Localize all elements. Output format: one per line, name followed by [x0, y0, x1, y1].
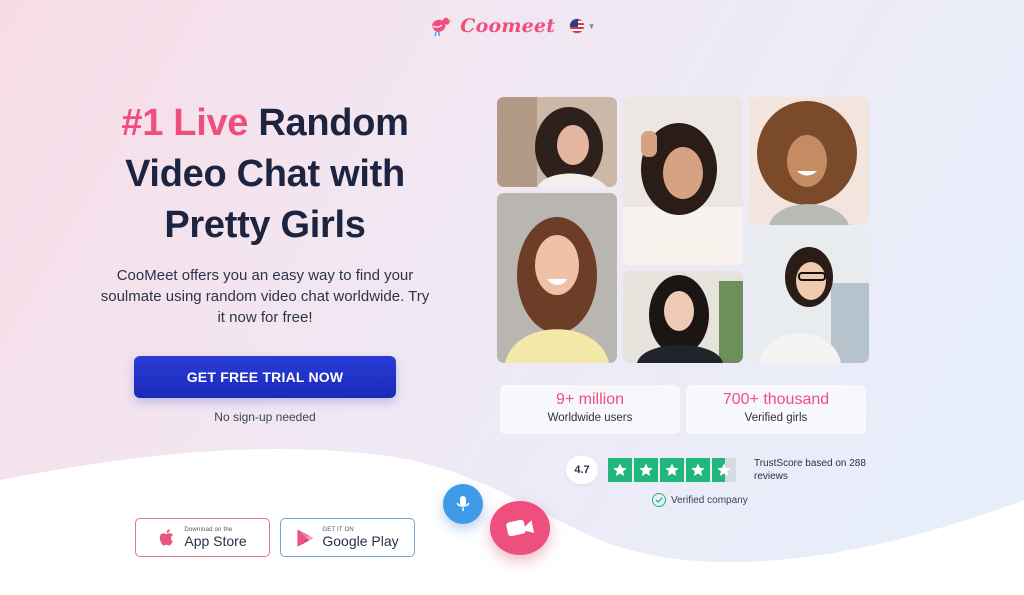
logo[interactable]: Coomeet [430, 15, 555, 37]
stat-verified-girls: 700+ thousand Verified girls [686, 385, 866, 434]
star-icon [686, 458, 710, 482]
trust-stars [608, 458, 736, 482]
get-free-trial-button[interactable]: GET FREE TRIAL NOW [134, 356, 396, 398]
hero-title-part-2: Video Chat with [125, 153, 405, 195]
hero-description: CooMeet offers you an easy way to find y… [100, 267, 430, 326]
stat-label: Verified girls [744, 412, 808, 424]
logo-text: Coomeet [460, 15, 556, 37]
profile-photo[interactable] [497, 97, 617, 187]
app-store-badges: Download on the App Store GET IT ON Goog… [135, 518, 415, 557]
star-icon [660, 458, 684, 482]
hero-title-accent: #1 Live [121, 102, 249, 144]
app-store-label: App Store [184, 533, 247, 549]
stat-value: 700+ thousand [722, 391, 830, 408]
apple-icon [160, 528, 174, 545]
google-play-button[interactable]: GET IT ON Google Play [280, 518, 415, 557]
hero-title-part-1: Random [258, 102, 409, 144]
microphone-icon[interactable] [443, 484, 483, 524]
check-circle-icon [652, 493, 666, 507]
star-icon [608, 458, 632, 482]
profile-photo[interactable] [749, 231, 869, 363]
google-play-label: Google Play [322, 533, 399, 549]
trustpilot-widget[interactable]: 4.7 TrustScore based on 288 reviews [566, 456, 874, 484]
language-selector[interactable]: ▾ [569, 18, 594, 34]
photo-grid [497, 97, 869, 363]
hero-title-part-3: Pretty Girls [164, 204, 366, 246]
verified-company: Verified company [652, 493, 748, 507]
trust-score: 4.7 [566, 456, 598, 484]
stat-value: 9+ million [555, 391, 625, 408]
hero-section: #1 Live Random Video Chat with Pretty Gi… [100, 98, 430, 424]
us-flag-icon [569, 18, 586, 34]
no-signup-note: No sign-up needed [214, 410, 316, 424]
video-camera-icon[interactable] [490, 501, 550, 555]
profile-photo[interactable] [623, 97, 743, 265]
stat-worldwide-users: 9+ million Worldwide users [500, 385, 680, 434]
profile-photo[interactable] [749, 97, 869, 225]
bird-logo-icon [432, 17, 453, 37]
profile-photo[interactable] [623, 271, 743, 363]
trust-score-text: TrustScore based on 288 reviews [754, 458, 866, 482]
half-star-icon [712, 458, 736, 482]
google-play-icon [297, 529, 314, 546]
profile-photo[interactable] [497, 193, 617, 363]
app-store-button[interactable]: Download on the App Store [135, 518, 270, 557]
star-icon [634, 458, 658, 482]
header: Coomeet ▾ [0, 12, 1024, 40]
stat-label: Worldwide users [547, 412, 633, 424]
chevron-down-icon: ▾ [589, 20, 594, 31]
hero-title: #1 Live Random Video Chat with Pretty Gi… [100, 98, 430, 251]
verified-label: Verified company [671, 494, 748, 506]
